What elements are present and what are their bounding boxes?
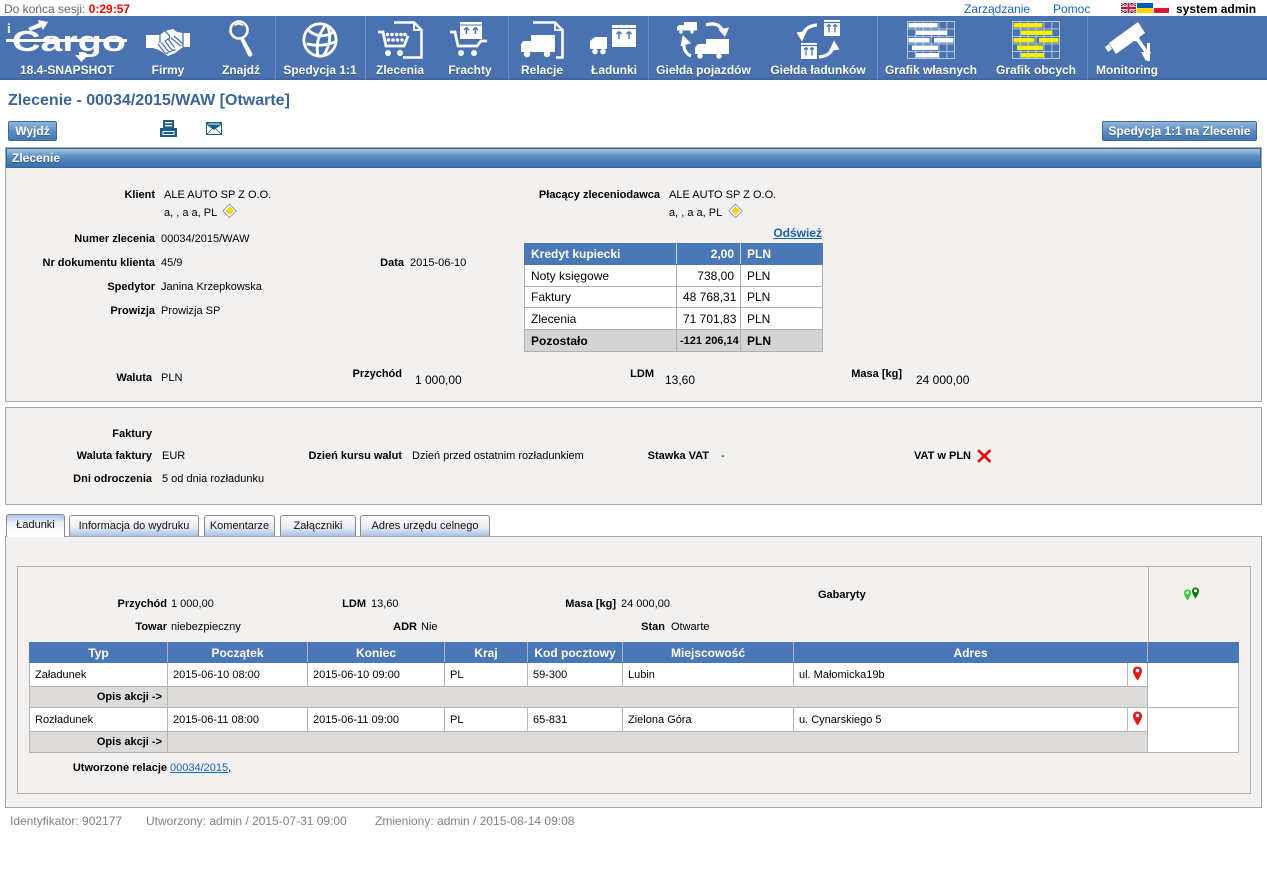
svg-text:i: i (7, 21, 11, 36)
